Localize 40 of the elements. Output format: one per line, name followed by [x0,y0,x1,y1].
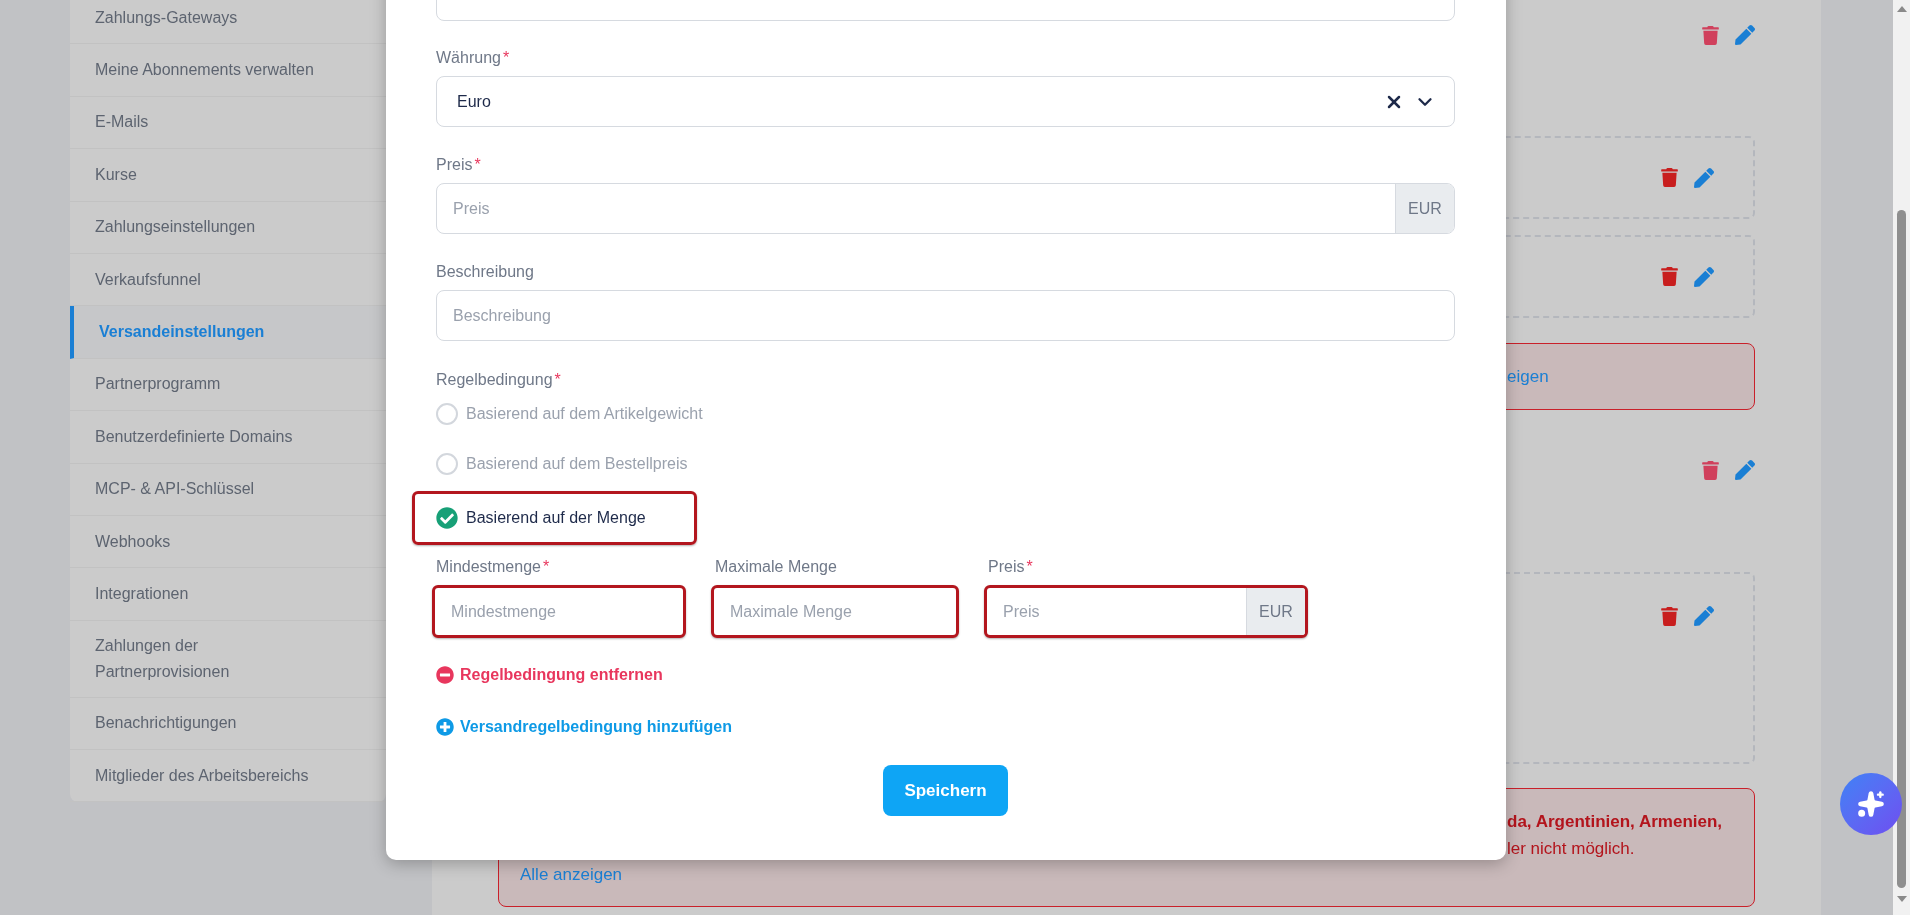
currency-select[interactable]: Euro [436,76,1455,127]
scrollbar[interactable] [1893,0,1910,915]
sparkles-icon [1857,790,1885,818]
scroll-up-icon[interactable] [1896,6,1907,12]
edit-icon[interactable] [1694,266,1714,287]
sidebar-item[interactable]: Versandeinstellungen [70,306,386,359]
input-field[interactable]: Mindestmenge [432,585,686,638]
trash-icon[interactable] [1661,168,1678,187]
field-label: Preis* [988,557,1034,577]
field-label: Maximale Menge [715,557,838,577]
notice-text: ler nicht möglich. [1506,838,1636,860]
radio-option[interactable]: Basierend auf der Menge [436,506,646,530]
trash-icon[interactable] [1702,460,1719,480]
trash-icon[interactable] [1702,25,1719,45]
field-label: Währung* [436,48,511,68]
scroll-thumb[interactable] [1897,210,1906,888]
field-label: Mindestmenge* [436,557,551,577]
field-label: Regelbedingung* [436,370,562,390]
input-field[interactable]: Preis EUR [436,183,1455,234]
edit-icon[interactable] [1694,606,1714,626]
add-condition-link[interactable]: Versandregelbedingung hinzufügen [436,715,732,739]
radio-option[interactable]: Basierend auf dem Bestellpreis [436,452,688,476]
field-label: Beschreibung [436,262,535,282]
input-field[interactable]: Preis EUR [984,585,1308,638]
currency-addon: EUR [1395,184,1454,233]
notice-title: da, Argentinien, Armenien, [1506,811,1724,833]
currency-addon: EUR [1246,588,1305,635]
field-label: Preis* [436,155,482,175]
trash-icon[interactable] [1661,267,1678,286]
edit-icon[interactable] [1735,25,1755,45]
input-field[interactable]: Beschreibung [436,290,1455,341]
edit-icon[interactable] [1694,167,1714,188]
scroll-down-icon[interactable] [1896,896,1907,902]
edit-icon[interactable] [1735,460,1755,480]
trash-icon[interactable] [1661,606,1678,626]
radio-option[interactable]: Basierend auf dem Artikelgewicht [436,402,703,426]
input-field[interactable]: Maximale Menge [711,585,959,638]
show-all-link[interactable]: Alle anzeigen [520,865,623,884]
save-button[interactable]: Speichern [883,765,1008,816]
remove-condition-link[interactable]: Regelbedingung entfernen [436,663,663,687]
